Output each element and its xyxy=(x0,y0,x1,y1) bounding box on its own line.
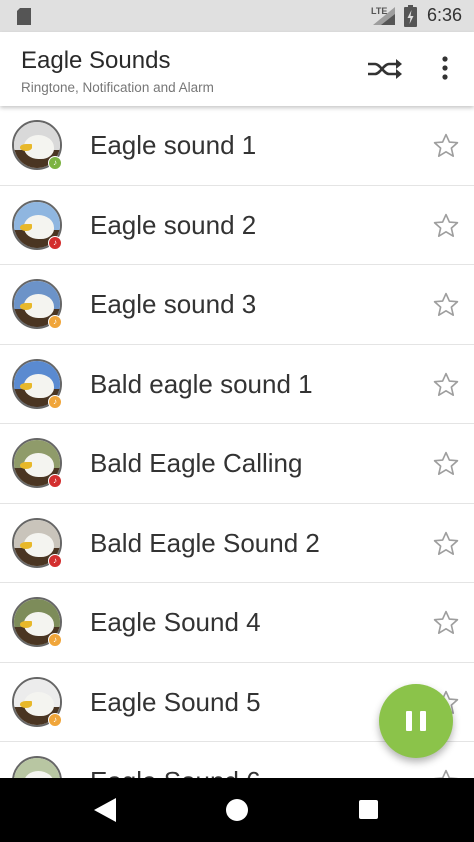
app-title: Eagle Sounds xyxy=(21,47,171,74)
music-note-icon: ♪ xyxy=(48,394,62,409)
sound-list: ♪ Eagle sound 1 ♪ Eagle sound 2 ♪ Eagle sound… xyxy=(0,106,474,778)
eagle-avatar xyxy=(12,756,62,778)
app-bar: Eagle Sounds Ringtone, Notification and … xyxy=(0,32,474,106)
music-note-icon: ♪ xyxy=(48,315,62,329)
sound-list-item[interactable]: ♪ Eagle sound 3 xyxy=(0,265,474,345)
sound-title: Eagle sound 3 xyxy=(90,289,257,319)
sd-card-icon xyxy=(17,8,31,25)
music-note-icon: ♪ xyxy=(48,553,62,568)
sound-title: Eagle Sound 5 xyxy=(90,686,261,717)
more-vert-icon[interactable] xyxy=(436,54,454,82)
sound-list-item[interactable]: ♪ Eagle sound 2 xyxy=(0,186,474,265)
back-icon[interactable] xyxy=(94,798,116,822)
system-nav-bar xyxy=(0,778,474,842)
favorite-star-icon[interactable] xyxy=(432,609,460,637)
sound-title: Bald Eagle Calling xyxy=(90,448,303,478)
favorite-star-icon[interactable] xyxy=(432,530,460,558)
music-note-icon: ♪ xyxy=(48,712,62,727)
music-note-icon: ♪ xyxy=(48,474,62,488)
pause-button[interactable] xyxy=(379,684,453,758)
favorite-star-icon[interactable] xyxy=(432,291,460,319)
favorite-star-icon[interactable] xyxy=(432,371,460,399)
favorite-star-icon[interactable] xyxy=(432,450,460,478)
music-note-icon: ♪ xyxy=(48,633,62,647)
sound-title: Bald Eagle Sound 2 xyxy=(90,527,320,558)
sound-title: Eagle Sound 4 xyxy=(90,607,261,637)
favorite-star-icon[interactable] xyxy=(432,132,460,160)
favorite-star-icon[interactable] xyxy=(432,212,460,240)
music-note-icon: ♪ xyxy=(48,156,62,170)
status-bar: LTE 6:36 xyxy=(0,0,474,32)
sound-list-item[interactable]: ♪ Eagle sound 1 xyxy=(0,106,474,186)
app-subtitle: Ringtone, Notification and Alarm xyxy=(21,80,214,95)
clock: 6:36 xyxy=(427,5,463,25)
shuffle-icon[interactable] xyxy=(366,57,402,81)
sound-list-item[interactable]: ♪ Bald Eagle Calling xyxy=(0,424,474,504)
sound-title: Eagle sound 1 xyxy=(90,130,257,160)
sound-title: Eagle sound 2 xyxy=(90,209,257,240)
music-note-icon: ♪ xyxy=(48,235,62,250)
sound-list-item[interactable]: ♪ Eagle Sound 4 xyxy=(0,583,474,663)
sound-title: Eagle Sound 6 xyxy=(90,766,261,778)
sound-list-item[interactable]: ♪ Bald Eagle Sound 2 xyxy=(0,504,474,583)
sound-title: Bald eagle sound 1 xyxy=(90,368,313,399)
battery-charging-icon xyxy=(404,5,417,27)
signal-icon xyxy=(373,7,395,25)
favorite-star-icon[interactable] xyxy=(432,768,460,778)
sound-list-item[interactable]: ♪ Bald eagle sound 1 xyxy=(0,345,474,424)
home-icon[interactable] xyxy=(226,799,248,821)
recents-icon[interactable] xyxy=(359,800,378,819)
